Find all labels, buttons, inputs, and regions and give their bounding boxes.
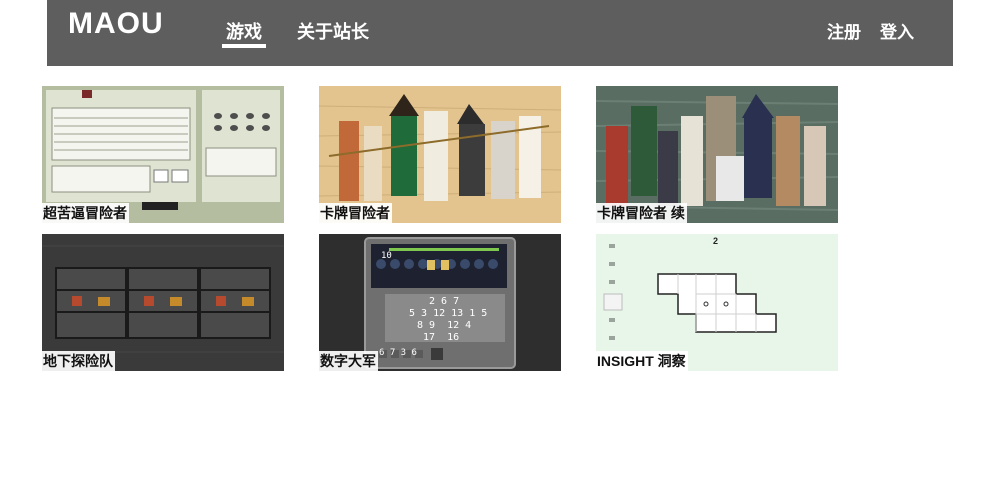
game-title: 地下探险队 (42, 351, 115, 371)
game-title: 卡牌冒险者 (319, 203, 392, 223)
game-title: INSIGHT 洞察 (596, 351, 688, 371)
number-row: 6 7 3 6 (379, 348, 417, 358)
nav-about[interactable]: 关于站长 (297, 18, 369, 44)
number-row: 17 16 (423, 332, 460, 343)
game-card-insight[interactable]: 2 INSIGHT 洞察 (596, 234, 838, 371)
game-card-card-adventurer[interactable]: 卡牌冒险者 (319, 86, 561, 223)
register-link[interactable]: 注册 (827, 18, 861, 43)
game-card-card-adventurer-sequel[interactable]: 卡牌冒险者 续 (596, 86, 838, 223)
login-link[interactable]: 登入 (880, 18, 914, 43)
nav-games[interactable]: 游戏 (222, 18, 266, 48)
army-counter: 10 (381, 251, 392, 261)
game-title: 卡牌冒险者 续 (596, 203, 687, 223)
number-row: 2 6 7 (429, 296, 460, 307)
top-navbar: MAOU 游戏 关于站长 注册 登入 (47, 0, 953, 66)
game-title: 数字大军 (319, 351, 378, 371)
site-logo[interactable]: MAOU (68, 7, 164, 41)
number-row: 5 3 12 13 1 5 (409, 308, 488, 319)
game-card-chaokubi[interactable]: 超苦逼冒险者 (42, 86, 284, 223)
game-title: 超苦逼冒险者 (42, 203, 129, 223)
number-row: 8 9 12 4 (417, 320, 472, 331)
game-card-number-army[interactable]: 10 2 6 7 5 3 12 13 1 5 8 9 12 4 17 16 6 … (319, 234, 561, 371)
game-card-dungeon-team[interactable]: 地下探险队 (42, 234, 284, 371)
level-number: 2 (713, 236, 719, 246)
